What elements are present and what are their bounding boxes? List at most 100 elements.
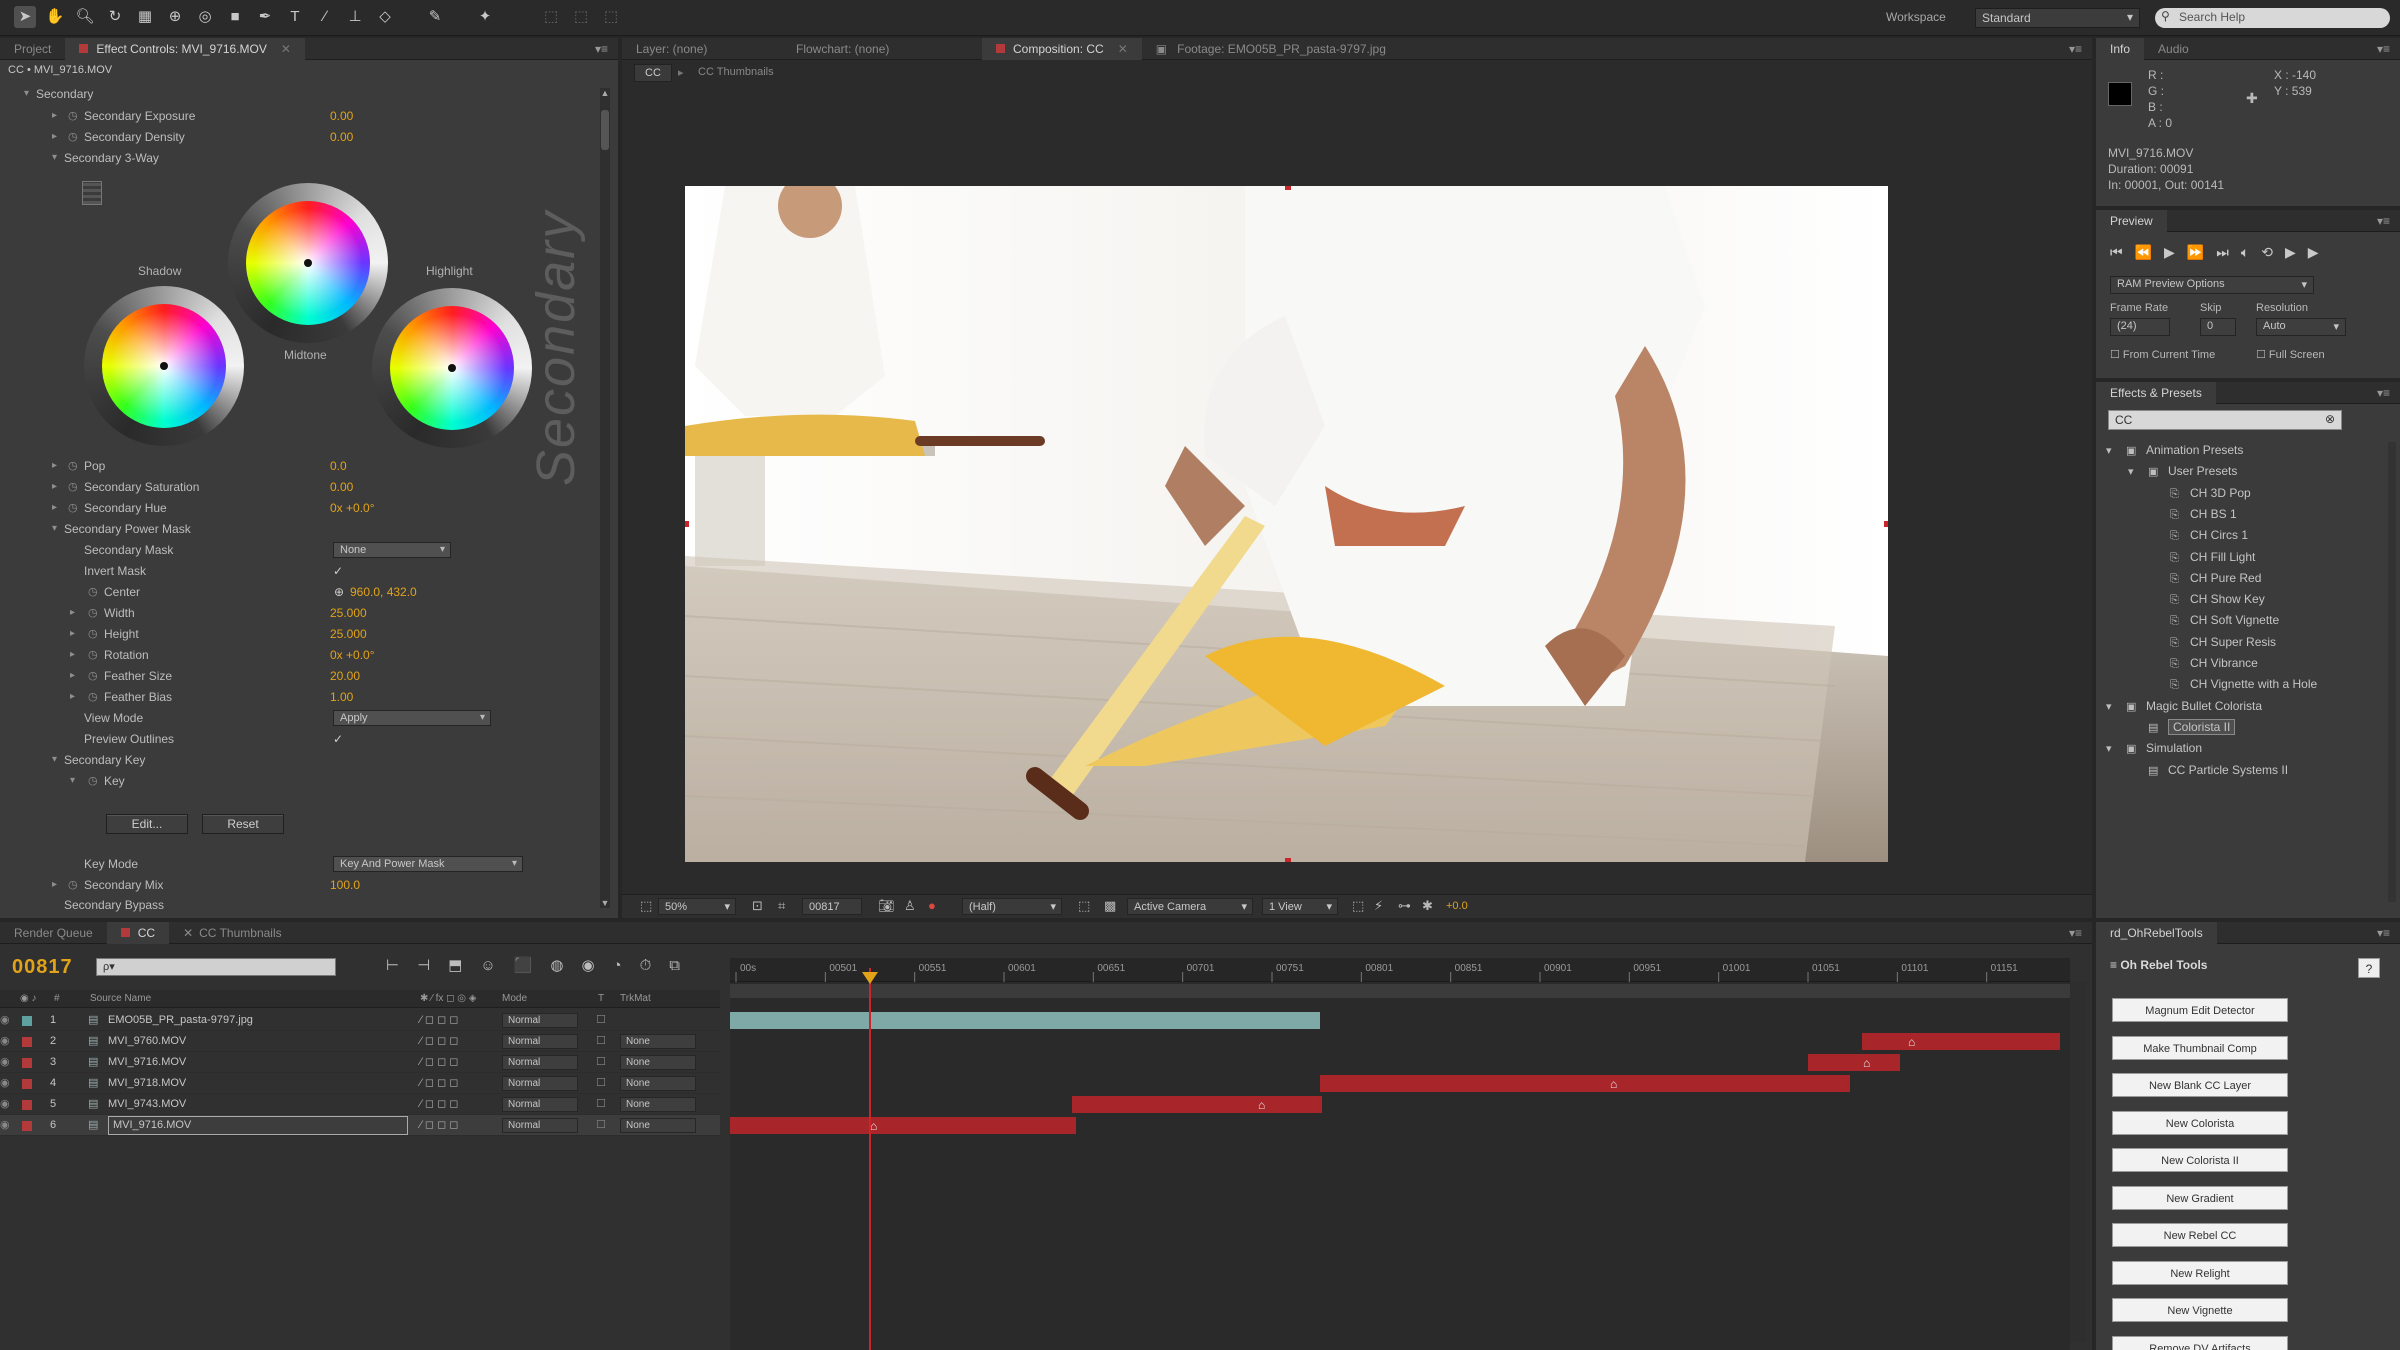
twirl-open-icon[interactable]: ▾ <box>2106 441 2120 461</box>
clone-stamp-tool-icon[interactable]: ⊥ <box>344 6 366 28</box>
layer-switches-icon[interactable]: ⁄ ◻ ◻ ◻ <box>420 1010 458 1031</box>
help-button[interactable]: ? <box>2358 958 2380 978</box>
twirl-closed-icon[interactable]: ▸ <box>52 875 57 895</box>
fx-row[interactable]: ◷ Center 960.0, 432.0 ⊕ <box>0 582 590 602</box>
layer-marker-icon[interactable]: ⌂ <box>870 1119 877 1133</box>
fx-row[interactable]: ▸ ◷ Rotation 0x +0.0° <box>0 645 590 665</box>
puppet-pin-tool-icon[interactable]: ✦ <box>474 6 496 28</box>
layer-source-name[interactable]: MVI_9718.MOV <box>108 1073 186 1094</box>
fx-row[interactable]: ▸ ◷ Secondary Mix 100.0 <box>0 875 590 895</box>
layer-duration-bar[interactable] <box>1072 1096 1322 1113</box>
fx-row[interactable]: ▸ ◷ Secondary Density 0.00 <box>0 127 590 147</box>
fx-value[interactable]: 960.0, 432.0 <box>350 582 417 602</box>
label-color-swatch[interactable] <box>22 1079 32 1089</box>
region-of-interest-icon[interactable]: ⬚ <box>1072 898 1096 915</box>
axis-world-icon[interactable]: ⬚ <box>570 6 592 28</box>
layer-handle[interactable] <box>685 521 689 527</box>
tab-layer[interactable]: Layer: (none) <box>622 38 782 60</box>
fast-previews-icon[interactable]: ⚡︎ <box>1368 898 1389 915</box>
twirl-closed-icon[interactable]: ▸ <box>52 456 57 476</box>
scroll-down-icon[interactable]: ▼ <box>600 898 610 908</box>
fx-row[interactable]: ▾ Secondary Power Mask <box>0 519 590 539</box>
tab-cc[interactable]: CC <box>106 922 170 944</box>
pixel-aspect-icon[interactable]: ⬚ <box>1346 898 1370 915</box>
pan-behind-tool-icon[interactable]: ⊕ <box>164 6 186 28</box>
effects-preset-item[interactable]: ⎘ CH Pure Red <box>2150 568 2261 588</box>
rebel-tool-button[interactable]: New Colorista II <box>2112 1148 2288 1172</box>
safe-zones-icon[interactable]: ⊡ <box>746 898 769 915</box>
twirl-open-icon[interactable]: ▾ <box>52 148 57 168</box>
stopwatch-icon[interactable]: ◷ <box>88 603 98 623</box>
snapshot-icon[interactable]: 📷︎ <box>872 898 901 915</box>
stopwatch-icon[interactable]: ◷ <box>88 771 98 791</box>
track-matte-dropdown[interactable]: None <box>620 1076 696 1091</box>
blend-mode-dropdown[interactable]: Normal <box>502 1076 578 1091</box>
effects-folder-item[interactable]: ▾ ▣ Simulation <box>2106 738 2202 758</box>
current-time-display[interactable]: 00817 <box>12 956 73 979</box>
flowchart-icon[interactable]: ⧉ <box>669 957 698 974</box>
track-matte-dropdown[interactable]: None <box>620 1034 696 1049</box>
stopwatch-icon[interactable]: ◷ <box>88 624 98 644</box>
fx-row[interactable]: View Mode Apply <box>0 708 590 728</box>
stopwatch-icon[interactable]: ◷ <box>68 456 78 476</box>
visibility-icon[interactable]: ◉ <box>0 1115 10 1136</box>
twirl-closed-icon[interactable]: ▸ <box>52 106 57 126</box>
resolution-dropdown[interactable]: (Half) ▾ <box>962 898 1062 915</box>
stopwatch-icon[interactable]: ◷ <box>88 582 98 602</box>
views-dropdown[interactable]: 1 View ▾ <box>1262 898 1338 915</box>
visibility-icon[interactable]: ◉ <box>0 1031 10 1052</box>
twirl-open-icon[interactable]: ▾ <box>24 84 29 104</box>
midtone-color-wheel[interactable] <box>228 183 388 343</box>
stopwatch-icon[interactable]: ◷ <box>68 127 78 147</box>
layer-source-name[interactable]: MVI_9743.MOV <box>108 1094 186 1115</box>
rebel-tool-button[interactable]: Magnum Edit Detector <box>2112 998 2288 1022</box>
header-source-name[interactable]: Source Name <box>90 993 151 1004</box>
fx-value[interactable]: 20.00 <box>330 666 360 686</box>
tab-effects-presets[interactable]: Effects & Presets <box>2096 382 2216 404</box>
layer-switches-icon[interactable]: ⁄ ◻ ◻ ◻ <box>420 1052 458 1073</box>
layer-source-name[interactable]: MVI_9716.MOV <box>108 1052 186 1073</box>
effects-preset-item[interactable]: ⎘ CH Super Resis <box>2150 632 2276 652</box>
effects-preset-item[interactable]: ▤ Colorista II <box>2128 717 2236 737</box>
blend-mode-dropdown[interactable]: Normal <box>502 1118 578 1133</box>
fx-row[interactable]: ▸ ◷ Pop 0.0 <box>0 456 590 476</box>
rotate-tool-icon[interactable]: ↻ <box>104 6 126 28</box>
reset-button[interactable]: Reset <box>202 814 284 834</box>
twirl-closed-icon[interactable]: ▸ <box>70 645 75 665</box>
twirl-open-icon[interactable]: ▾ <box>52 519 57 539</box>
effects-preset-item[interactable]: ⎘ CH Vignette with a Hole <box>2150 674 2317 694</box>
fx-row[interactable]: Secondary Bypass <box>0 895 590 915</box>
next-frame-icon[interactable]: ⏩ <box>2187 244 2216 260</box>
crosshair-icon[interactable]: ⊕ <box>334 582 344 602</box>
twirl-closed-icon[interactable]: ▸ <box>70 624 75 644</box>
search-help-input[interactable]: ⚲ Search Help <box>2155 8 2390 28</box>
twirl-closed-icon[interactable]: ▸ <box>70 687 75 707</box>
twirl-open-icon[interactable]: ▾ <box>2128 462 2142 482</box>
layer-duration-bar[interactable] <box>1862 1033 2060 1050</box>
rebel-tool-button[interactable]: New Vignette <box>2112 1298 2288 1322</box>
play-icon[interactable]: ▶ <box>2164 244 2187 260</box>
preview-options-dropdown[interactable]: RAM Preview Options ▾ <box>2110 276 2314 294</box>
effect-controls-scrollbar[interactable]: ▲ ▼ <box>600 88 610 908</box>
scroll-up-icon[interactable]: ▲ <box>600 88 610 98</box>
zoom-tool-icon[interactable]: 🔍︎ <box>74 6 96 28</box>
mask-visibility-icon[interactable]: ⌗ <box>772 898 791 915</box>
exposure-value[interactable]: +0.0 <box>1440 898 1474 915</box>
fx-row[interactable]: Secondary Mask None <box>0 540 590 560</box>
close-icon[interactable]: ✕ <box>183 926 193 940</box>
resolution-dropdown[interactable]: Auto ▾ <box>2256 318 2346 336</box>
layer-source-name[interactable]: MVI_9760.MOV <box>108 1031 186 1052</box>
effects-preset-item[interactable]: ⎘ CH Circs 1 <box>2150 525 2248 545</box>
ram-preview-icon[interactable]: ▶▶ <box>2285 244 2331 260</box>
visibility-icon[interactable]: ◉ <box>0 1052 10 1073</box>
fx-row[interactable]: ▾ ◷ Key <box>0 771 590 791</box>
roto-brush-tool-icon[interactable]: ✎ <box>424 6 446 28</box>
midtone-handle[interactable] <box>304 259 312 267</box>
fx-value[interactable]: 1.00 <box>330 687 353 707</box>
twirl-closed-icon[interactable]: ▸ <box>70 603 75 623</box>
tab-effect-controls[interactable]: Effect Controls: MVI_9716.MOV ✕ <box>65 38 305 60</box>
fx-row[interactable]: ▾ Secondary 3-Way <box>0 148 590 168</box>
highlight-color-wheel[interactable] <box>372 288 532 448</box>
label-color-swatch[interactable] <box>22 1100 32 1110</box>
first-frame-icon[interactable]: ⏮ <box>2110 244 2135 260</box>
